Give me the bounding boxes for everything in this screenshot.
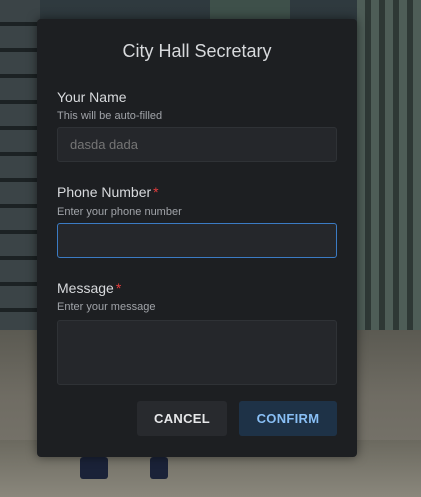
message-textarea[interactable] <box>57 320 337 385</box>
name-input <box>57 127 337 162</box>
confirm-button[interactable]: CONFIRM <box>239 401 337 436</box>
message-required-marker: * <box>115 280 122 296</box>
name-label-text: Your Name <box>57 89 127 105</box>
message-description: Enter your message <box>57 301 156 313</box>
cancel-button[interactable]: CANCEL <box>137 401 227 436</box>
left-window-frame <box>0 0 40 330</box>
phone-input[interactable] <box>57 223 337 258</box>
top-door-panel <box>210 0 290 19</box>
dialog-title: City Hall Secretary <box>122 41 272 61</box>
message-label-text: Message <box>57 280 114 296</box>
name-description: This will be auto-filled <box>57 110 163 122</box>
message-label: Message * <box>57 280 121 296</box>
pedestrian-leg-left <box>80 457 108 479</box>
phone-description: Enter your phone number <box>57 206 182 218</box>
pedestrian-leg-right <box>150 457 168 479</box>
phone-label: Phone Number * <box>57 184 159 200</box>
name-label: Your Name <box>57 89 127 105</box>
phone-required-marker: * <box>153 184 159 200</box>
phone-label-text: Phone Number <box>57 184 152 200</box>
secretary-dialog: City Hall Secretary Your Name This will … <box>37 19 357 457</box>
